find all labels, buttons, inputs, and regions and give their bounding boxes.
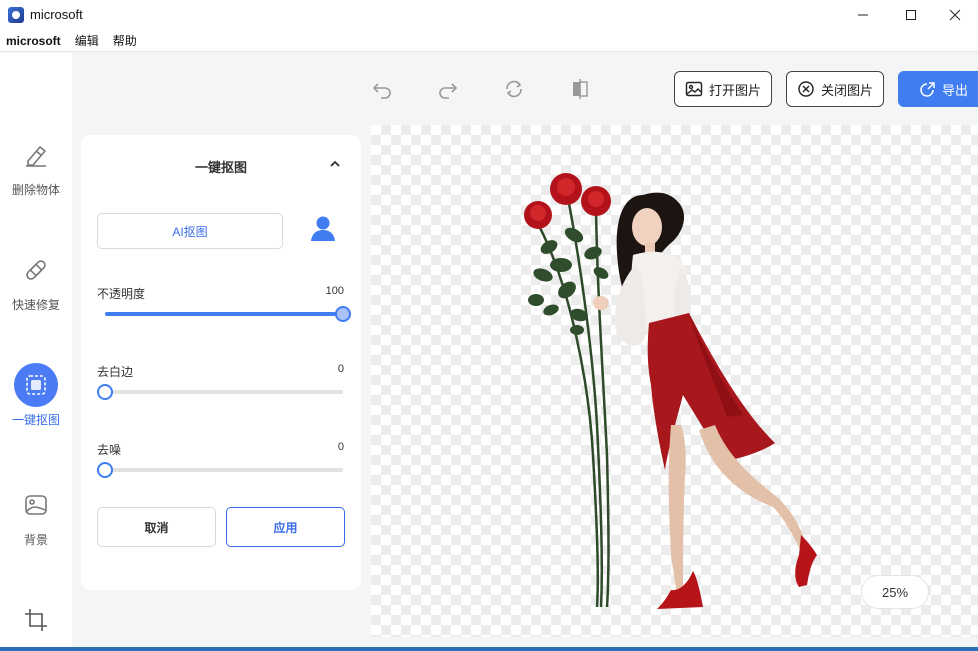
sidebar-item-label: 快速修复 <box>11 298 60 312</box>
image-icon <box>685 81 703 97</box>
opacity-slider[interactable] <box>105 306 351 322</box>
menu-help[interactable]: 帮助 <box>113 32 137 49</box>
redo-icon <box>439 83 458 99</box>
redo-button[interactable] <box>433 74 463 104</box>
denoise-knob[interactable] <box>97 462 113 478</box>
bandage-icon <box>14 248 58 292</box>
eraser-icon <box>14 133 58 177</box>
export-button[interactable]: 导出 <box>898 71 978 107</box>
cutout-panel: 一键抠图 AI抠图 不透明度 100 去白边 0 去噪 0 取消 应用 <box>81 135 361 590</box>
minimize-icon <box>858 14 868 16</box>
zoom-level-badge[interactable]: 25% <box>861 575 929 609</box>
collapse-chevron-icon[interactable] <box>329 157 341 175</box>
panel-title: 一键抠图 <box>194 160 247 175</box>
sidebar-item-background[interactable]: 背景 <box>0 483 72 563</box>
maximize-button[interactable] <box>888 0 934 30</box>
open-image-button[interactable]: 打开图片 <box>674 71 773 107</box>
undo-icon <box>372 83 391 99</box>
apply-button[interactable]: 应用 <box>226 507 345 547</box>
sidebar-item-cutout[interactable]: 一键抠图 <box>0 363 72 443</box>
undo-button[interactable] <box>367 74 397 104</box>
denoise-label: 去噪 <box>97 443 122 457</box>
opacity-value: 100 <box>325 285 344 297</box>
ai-cutout-button[interactable]: AI抠图 <box>97 213 283 249</box>
cutout-icon <box>14 363 58 407</box>
open-image-label: 打开图片 <box>709 82 762 98</box>
menu-edit[interactable]: 编辑 <box>75 32 99 49</box>
opacity-knob[interactable] <box>335 306 351 322</box>
title-bar: microsoft <box>0 0 978 30</box>
menu-bar: microsoft 编辑 帮助 <box>0 30 978 52</box>
opacity-label: 不透明度 <box>97 287 146 301</box>
cutout-photo <box>524 173 817 609</box>
status-strip <box>0 647 978 651</box>
image-canvas[interactable] <box>371 125 978 637</box>
app-icon <box>8 7 24 23</box>
white-edge-knob[interactable] <box>97 384 113 400</box>
window-title: microsoft <box>30 7 83 22</box>
close-window-button[interactable] <box>932 0 978 30</box>
sidebar-item-remove-object[interactable]: 删除物体 <box>0 133 72 213</box>
white-edge-slider[interactable] <box>97 384 343 400</box>
sidebar-item-crop[interactable] <box>0 598 72 651</box>
export-icon <box>920 82 935 97</box>
export-label: 导出 <box>942 82 969 98</box>
white-edge-label: 去白边 <box>97 365 134 379</box>
refresh-icon <box>506 80 522 98</box>
close-image-button[interactable]: 关闭图片 <box>786 71 885 107</box>
minimize-button[interactable] <box>840 0 886 30</box>
menu-app[interactable]: microsoft <box>6 34 61 48</box>
sidebar-item-label: 删除物体 <box>11 183 60 197</box>
close-image-label: 关闭图片 <box>821 82 874 98</box>
compare-icon <box>573 79 588 99</box>
crop-icon <box>14 598 58 642</box>
tool-sidebar: 删除物体 快速修复 一键抠图 背景 <box>0 53 72 651</box>
sidebar-item-label: 背景 <box>23 533 48 547</box>
denoise-slider[interactable] <box>97 462 343 478</box>
opacity-fill <box>105 312 343 316</box>
sidebar-item-quick-fix[interactable]: 快速修复 <box>0 248 72 328</box>
reset-button[interactable] <box>499 74 529 104</box>
image-icon <box>14 483 58 527</box>
close-icon <box>949 9 961 21</box>
maximize-icon <box>906 10 916 20</box>
person-icon[interactable] <box>308 213 338 248</box>
white-edge-value: 0 <box>337 363 344 375</box>
close-circle-icon <box>798 81 814 97</box>
denoise-value: 0 <box>337 441 344 453</box>
sidebar-item-label: 一键抠图 <box>11 413 60 427</box>
compare-button[interactable] <box>565 74 595 104</box>
cancel-button[interactable]: 取消 <box>97 507 216 547</box>
